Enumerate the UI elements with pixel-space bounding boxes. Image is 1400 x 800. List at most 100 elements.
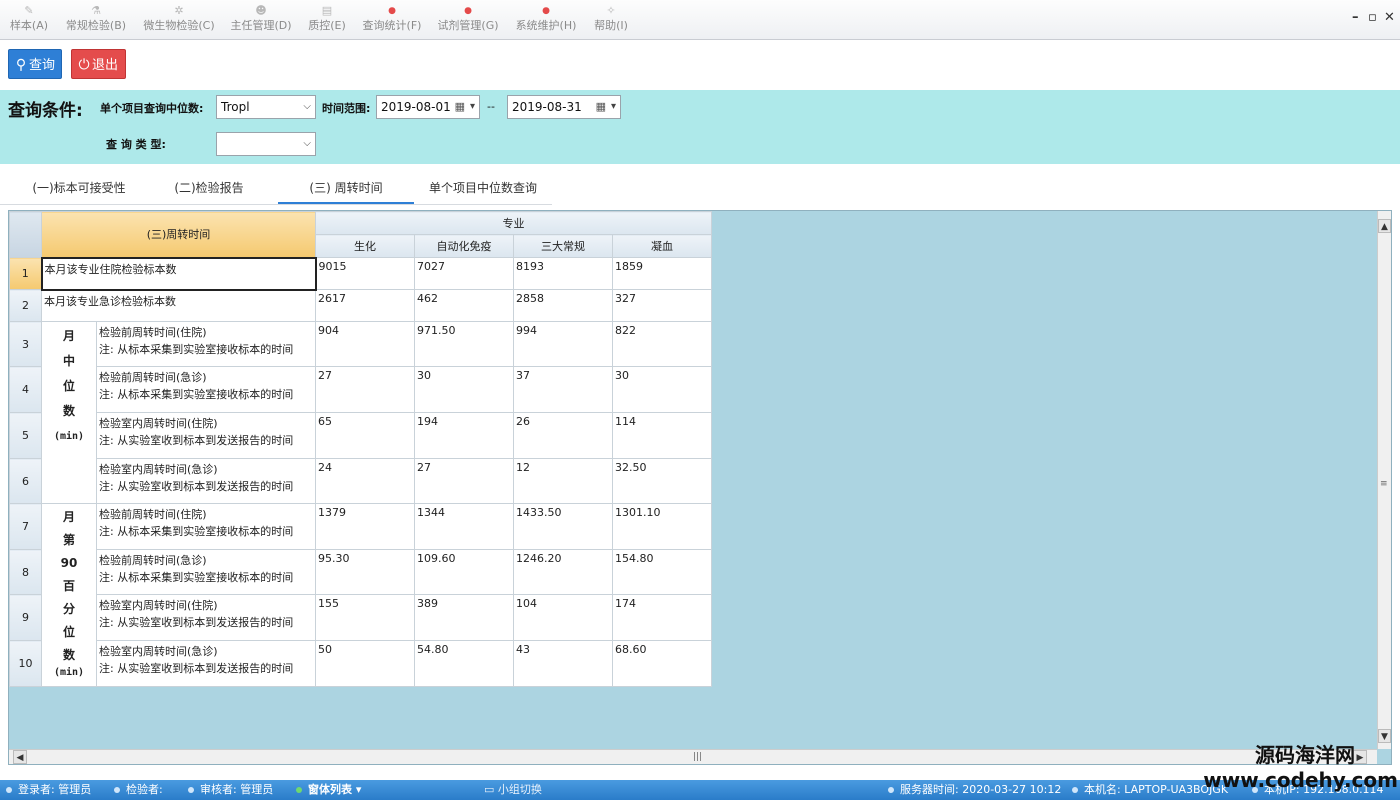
grid-cell[interactable]: 194: [414, 412, 514, 459]
row-number[interactable]: 1: [9, 257, 42, 290]
grid-cell[interactable]: 822: [612, 321, 712, 367]
grid-cell[interactable]: 27: [414, 458, 514, 504]
menu-reagent[interactable]: ● 试剂管理(G): [434, 3, 502, 37]
grid-cell[interactable]: 154.80: [612, 549, 712, 595]
item-label[interactable]: 检验室内周转时间(住院) 注: 从实验室收到标本到发送报告的时间: [96, 594, 316, 641]
item-label[interactable]: 检验前周转时间(住院) 注: 从标本采集到实验室接收标本的时间: [96, 321, 316, 367]
query-button[interactable]: ⚲ 查询: [8, 49, 62, 79]
grid-cell[interactable]: 68.60: [612, 640, 712, 687]
window-list-button[interactable]: 窗体列表 ▾: [296, 780, 361, 800]
row-number[interactable]: 3: [9, 321, 42, 367]
grid-cell[interactable]: 155: [315, 594, 415, 641]
table-row[interactable]: 3 月 中 位 数 (min) 检验前周转时间(住院) 注: 从标本采集到实验室接…: [9, 321, 712, 504]
row-number[interactable]: 10: [9, 640, 42, 687]
grid-cell[interactable]: 9015: [315, 257, 415, 290]
scroll-down-icon[interactable]: ▼: [1378, 729, 1391, 743]
grid-cell[interactable]: 50: [315, 640, 415, 687]
date-from-picker[interactable]: 2019-08-01 ▦ ▾: [376, 95, 480, 119]
scroll-up-icon[interactable]: ▲: [1378, 219, 1391, 233]
grid-cell[interactable]: 12: [513, 458, 613, 504]
close-icon[interactable]: ✕: [1384, 10, 1395, 25]
tab-median-query[interactable]: 单个项目中位数查询: [420, 172, 546, 204]
grid-cell[interactable]: 95.30: [315, 549, 415, 595]
table-row[interactable]: 5 检验室内周转时间(住院) 注: 从实验室收到标本到发送报告的时间 65 19…: [9, 412, 712, 459]
restore-icon[interactable]: ▫: [1368, 10, 1377, 25]
grid-cell[interactable]: 43: [513, 640, 613, 687]
item-label[interactable]: 检验前周转时间(急诊) 注: 从标本采集到实验室接收标本的时间: [96, 549, 316, 595]
item-label[interactable]: 检验室内周转时间(急诊) 注: 从实验室收到标本到发送报告的时间: [96, 458, 316, 504]
row-number[interactable]: 9: [9, 594, 42, 641]
table-row[interactable]: 9 检验室内周转时间(住院) 注: 从实验室收到标本到发送报告的时间 155 38…: [9, 594, 712, 641]
table-row[interactable]: 7 月 第 90 百 分 位 数 (min) 检验前周转时间(住院) 注: 从标本…: [9, 503, 712, 687]
table-row[interactable]: 1 本月该专业住院检验标本数 9015 7027 8193 1859: [9, 256, 712, 291]
grid-cell[interactable]: 389: [414, 594, 514, 641]
menu-routine-test[interactable]: ⚗ 常规检验(B): [62, 3, 130, 37]
minimize-icon[interactable]: –: [1352, 10, 1359, 25]
grid-cell[interactable]: 2858: [513, 289, 613, 322]
grid-cell[interactable]: 174: [612, 594, 712, 641]
grid-cell[interactable]: 1301.10: [612, 503, 712, 550]
scroll-left-icon[interactable]: ◀: [13, 750, 27, 764]
menu-microbe-test[interactable]: ✲ 微生物检验(C): [140, 3, 218, 37]
row-number[interactable]: 4: [9, 366, 42, 413]
grid-cell[interactable]: 2617: [315, 289, 415, 322]
scroll-grip-icon[interactable]: |||: [693, 750, 702, 764]
tab-turnaround-time[interactable]: (三) 周转时间: [278, 172, 414, 204]
table-row[interactable]: 8 检验前周转时间(急诊) 注: 从标本采集到实验室接收标本的时间 95.30 1…: [9, 549, 712, 595]
table-row[interactable]: 6 检验室内周转时间(急诊) 注: 从实验室收到标本到发送报告的时间 24 27…: [9, 458, 712, 504]
grid-corner[interactable]: [9, 211, 42, 258]
grid-cell[interactable]: 327: [612, 289, 712, 322]
grid-cell[interactable]: 27: [315, 366, 415, 413]
query-type-select[interactable]: ⌵: [216, 132, 316, 156]
item-label[interactable]: 检验前周转时间(住院) 注: 从标本采集到实验室接收标本的时间: [96, 503, 316, 550]
menu-qc[interactable]: ▤ 质控(E): [304, 3, 350, 37]
grid-cell[interactable]: 30: [612, 366, 712, 413]
table-row[interactable]: 10 检验室内周转时间(急诊) 注: 从实验室收到标本到发送报告的时间 50 54…: [9, 640, 712, 687]
horizontal-scrollbar[interactable]: ◀ ||| ▶: [9, 749, 1377, 764]
grid-cell[interactable]: 462: [414, 289, 514, 322]
item-label[interactable]: 检验室内周转时间(住院) 注: 从实验室收到标本到发送报告的时间: [96, 412, 316, 459]
row-number[interactable]: 5: [9, 412, 42, 459]
menu-query-stats[interactable]: ● 查询统计(F): [360, 3, 424, 37]
menu-system[interactable]: ● 系统维护(H): [512, 3, 580, 37]
grid-cell[interactable]: 32.50: [612, 458, 712, 504]
grid-cell[interactable]: 904: [315, 321, 415, 367]
column-header[interactable]: 生化: [315, 234, 415, 258]
exit-button[interactable]: ⏻ 退出: [71, 49, 126, 79]
grid-cell[interactable]: 1433.50: [513, 503, 613, 550]
grid-cell[interactable]: 104: [513, 594, 613, 641]
summary-label[interactable]: 本月该专业急诊检验标本数: [41, 289, 316, 322]
menu-sample[interactable]: ✎ 样本(A): [6, 3, 52, 37]
table-row[interactable]: 2 本月该专业急诊检验标本数 2617 462 2858 327: [9, 289, 712, 322]
vertical-scrollbar[interactable]: ▲ ≡ ▼: [1377, 211, 1391, 749]
item-label[interactable]: 检验前周转时间(急诊) 注: 从标本采集到实验室接收标本的时间: [96, 366, 316, 413]
grid-cell[interactable]: 109.60: [414, 549, 514, 595]
median-select[interactable]: Tropl ⌵: [216, 95, 316, 119]
grid-cell[interactable]: 54.80: [414, 640, 514, 687]
grid-cell[interactable]: 65: [315, 412, 415, 459]
grid-cell[interactable]: 1859: [612, 257, 712, 290]
grid-cell[interactable]: 24: [315, 458, 415, 504]
row-number[interactable]: 2: [9, 289, 42, 322]
date-to-picker[interactable]: 2019-08-31 ▦ ▾: [507, 95, 621, 119]
table-row[interactable]: 4 检验前周转时间(急诊) 注: 从标本采集到实验室接收标本的时间 27 30 3…: [9, 366, 712, 413]
grid-cell[interactable]: 1344: [414, 503, 514, 550]
menu-director[interactable]: ☻ 主任管理(D): [228, 3, 294, 37]
grid-cell[interactable]: 8193: [513, 257, 613, 290]
item-label[interactable]: 检验室内周转时间(急诊) 注: 从实验室收到标本到发送报告的时间: [96, 640, 316, 687]
column-header[interactable]: 凝血: [612, 234, 712, 258]
grid-cell[interactable]: 30: [414, 366, 514, 413]
row-number[interactable]: 6: [9, 458, 42, 504]
grid-cell[interactable]: 1379: [315, 503, 415, 550]
grid-cell[interactable]: 7027: [414, 257, 514, 290]
grid-cell[interactable]: 971.50: [414, 321, 514, 367]
row-number[interactable]: 7: [9, 503, 42, 550]
menu-help[interactable]: ✧ 帮助(I): [590, 3, 632, 37]
column-header[interactable]: 自动化免疫: [414, 234, 514, 258]
grid-cell[interactable]: 37: [513, 366, 613, 413]
grid-cell[interactable]: 1246.20: [513, 549, 613, 595]
row-number[interactable]: 8: [9, 549, 42, 595]
column-header[interactable]: 三大常规: [513, 234, 613, 258]
grid-cell[interactable]: 994: [513, 321, 613, 367]
grid-cell[interactable]: 114: [612, 412, 712, 459]
